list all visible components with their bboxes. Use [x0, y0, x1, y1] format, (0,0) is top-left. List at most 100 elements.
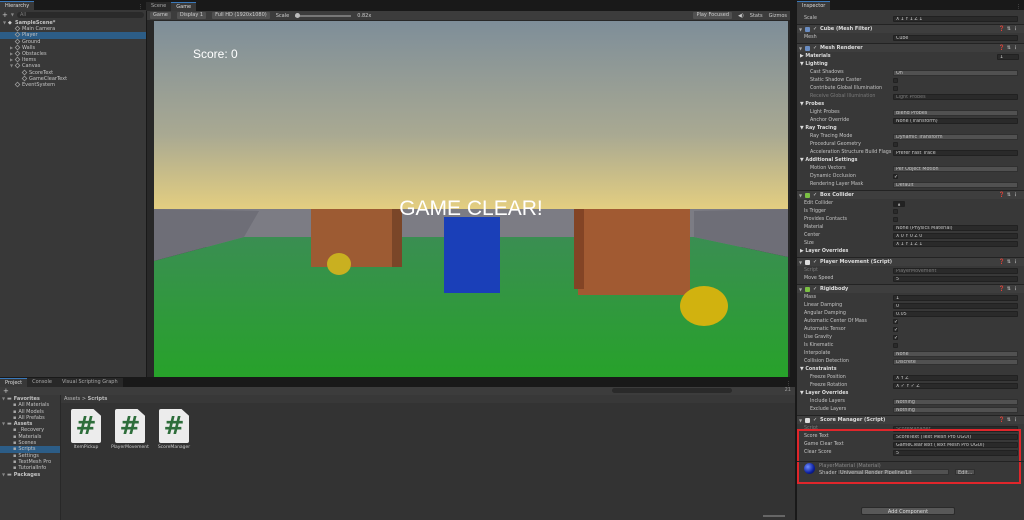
property-field[interactable]: None — [893, 351, 1018, 357]
section-foldout[interactable]: ▼ Constraints — [800, 366, 837, 374]
property-field[interactable]: 0.05 — [893, 311, 1018, 317]
add-component-button[interactable]: Add Component — [861, 507, 955, 515]
gizmos-button[interactable]: Gizmos — [769, 13, 787, 19]
property-field[interactable]: Discrete — [893, 359, 1018, 365]
property-checkbox[interactable] — [893, 142, 898, 147]
script-asset[interactable]: # ScoreManager — [158, 409, 190, 450]
property-field[interactable]: Nothing — [893, 399, 1018, 405]
property-checkbox[interactable]: ✓ — [893, 335, 898, 341]
component-header[interactable]: ▼ ✓ Box Collider ❓⇅⋮ — [797, 190, 1024, 199]
scale-slider-handle[interactable] — [295, 12, 301, 18]
property-field[interactable]: Nothing — [893, 407, 1018, 413]
property-field[interactable]: Dynamic Transform — [893, 134, 1018, 140]
section-foldout[interactable]: ▼ Lighting — [800, 61, 828, 69]
component-settings-icons[interactable]: ❓⇅⋮ — [999, 258, 1020, 267]
edit-shader-button[interactable]: Edit... — [955, 469, 975, 475]
foldout-arrow-icon[interactable]: ▼ — [799, 44, 802, 53]
scale-slider[interactable] — [295, 12, 352, 18]
component-enabled-checkbox[interactable]: ✓ — [813, 44, 817, 53]
display-dropdown[interactable]: Display 1 — [176, 12, 207, 19]
component-header[interactable]: ▼ ✓ Score Manager (Script) ❓⇅⋮ — [797, 415, 1024, 424]
component-settings-icons[interactable]: ❓⇅⋮ — [999, 25, 1020, 34]
component-settings-icons[interactable]: ❓⇅⋮ — [999, 191, 1020, 200]
property-field[interactable]: Cube — [893, 35, 1018, 41]
property-field[interactable]: Blend Probes — [893, 110, 1018, 116]
foldout-arrow-icon[interactable]: ▼ — [799, 191, 802, 200]
hierarchy-item[interactable]: EventSystem — [0, 81, 146, 88]
script-asset[interactable]: # PlayerMovement — [111, 409, 149, 450]
component-settings-icons[interactable]: ❓⇅⋮ — [999, 416, 1020, 425]
component-enabled-checkbox[interactable]: ✓ — [813, 285, 817, 294]
zoom-slider[interactable] — [763, 515, 785, 517]
game-mode-dropdown[interactable]: Game — [150, 12, 171, 19]
property-field[interactable]: None (Transform) — [893, 118, 1018, 124]
component-enabled-checkbox[interactable]: ✓ — [813, 258, 817, 267]
property-checkbox[interactable] — [893, 86, 898, 91]
edit-collider-button[interactable]: ⋔ — [893, 201, 905, 207]
tab-project[interactable]: Project — [0, 378, 28, 387]
property-field[interactable]: X Y Z — [893, 375, 1018, 381]
foldout-arrow-icon[interactable]: ▼ — [799, 285, 802, 294]
hierarchy-search-input[interactable]: All — [16, 11, 144, 18]
shader-dropdown[interactable]: Universal Render Pipeline/Lit — [837, 469, 949, 475]
property-field[interactable]: On — [893, 70, 1018, 76]
section-foldout[interactable]: ▼ Layer Overrides — [800, 390, 848, 398]
property-field[interactable]: None (Physics Material) — [893, 225, 1018, 231]
project-add-icon[interactable]: + — [3, 387, 9, 395]
property-field[interactable]: X ✓ Y ✓ Z — [893, 383, 1018, 389]
tab-hierarchy[interactable]: Hierarchy — [0, 1, 35, 10]
foldout-arrow-icon[interactable]: ▼ — [799, 25, 802, 34]
property-checkbox[interactable] — [893, 217, 898, 222]
section-foldout[interactable]: ▶ Layer Overrides — [800, 248, 848, 256]
property-field[interactable]: ScoreText (Text Mesh Pro UGUI) — [893, 434, 1018, 440]
property-checkbox[interactable]: ✓ — [893, 319, 898, 325]
foldout-arrow-icon[interactable]: ▼ — [799, 416, 802, 425]
tab-visual-scripting[interactable]: Visual Scripting Graph — [56, 378, 123, 387]
chevron-down-icon[interactable]: ▼ — [11, 12, 14, 17]
tab-inspector[interactable]: Inspector — [797, 1, 831, 10]
property-checkbox[interactable]: ✓ — [893, 327, 898, 333]
project-folder-item[interactable]: ▼ ▬ Packages — [0, 472, 60, 478]
mute-icon[interactable]: ◀) — [738, 13, 744, 19]
property-field[interactable]: PlayerMovement — [893, 268, 1018, 274]
property-checkbox[interactable] — [893, 209, 898, 214]
script-asset[interactable]: # ItemPickup — [71, 409, 101, 450]
section-count[interactable]: 1 — [997, 54, 1019, 60]
property-field[interactable]: 0 — [893, 303, 1018, 309]
component-header[interactable]: ▼ ✓ Rigidbody ❓⇅⋮ — [797, 284, 1024, 293]
property-field[interactable]: X 0 Y 0 Z 0 — [893, 233, 1018, 239]
property-field[interactable]: X 1 Y 1 Z 1 — [893, 241, 1018, 247]
property-field[interactable]: ScoreManager — [893, 426, 1018, 432]
add-icon[interactable]: + — [2, 11, 8, 19]
component-header[interactable]: ▼ ✓ Cube (Mesh Filter) ❓⇅⋮ — [797, 24, 1024, 33]
play-mode-dropdown[interactable]: Play Focused — [693, 12, 732, 19]
component-enabled-checkbox[interactable]: ✓ — [813, 25, 817, 34]
property-field[interactable]: Per Object Motion — [893, 166, 1018, 172]
property-field[interactable]: Default — [893, 182, 1018, 188]
property-checkbox[interactable] — [893, 343, 898, 348]
component-settings-icons[interactable]: ❓⇅⋮ — [999, 285, 1020, 294]
property-field[interactable]: 1 — [893, 295, 1018, 301]
property-field[interactable]: GameClearText (Text Mesh Pro UGUI) — [893, 442, 1018, 448]
section-foldout[interactable]: ▼ Probes — [800, 101, 824, 109]
breadcrumb-assets[interactable]: Assets — [64, 396, 80, 402]
property-checkbox[interactable]: ✓ — [893, 174, 898, 180]
resolution-dropdown[interactable]: Full HD (1920x1080) — [212, 12, 270, 19]
section-foldout[interactable]: ▼ Ray Tracing — [800, 125, 837, 133]
tab-scene[interactable]: Scene — [146, 2, 172, 11]
foldout-arrow-icon[interactable]: ▼ — [799, 258, 802, 267]
game-render[interactable]: Score: 0 GAME CLEAR! — [154, 21, 788, 377]
property-field[interactable]: 5 — [893, 276, 1018, 282]
component-settings-icons[interactable]: ❓⇅⋮ — [999, 44, 1020, 53]
stats-button[interactable]: Stats — [750, 13, 763, 19]
property-field[interactable]: Light Probes — [893, 94, 1018, 100]
component-header[interactable]: ▼ ✓ Player Movement (Script) ❓⇅⋮ — [797, 257, 1024, 266]
component-enabled-checkbox[interactable]: ✓ — [813, 416, 817, 425]
property-field[interactable]: 5 — [893, 450, 1018, 456]
section-foldout[interactable]: ▼ Additional Settings — [800, 157, 857, 165]
property-field[interactable]: X 1 Y 1 Z 1 — [893, 16, 1018, 22]
project-search-input[interactable] — [612, 388, 732, 393]
section-foldout[interactable]: ▶ Materials — [800, 53, 831, 61]
component-header[interactable]: ▼ ✓ Mesh Renderer ❓⇅⋮ — [797, 43, 1024, 52]
property-field[interactable]: Prefer Fast Trace — [893, 150, 1018, 156]
